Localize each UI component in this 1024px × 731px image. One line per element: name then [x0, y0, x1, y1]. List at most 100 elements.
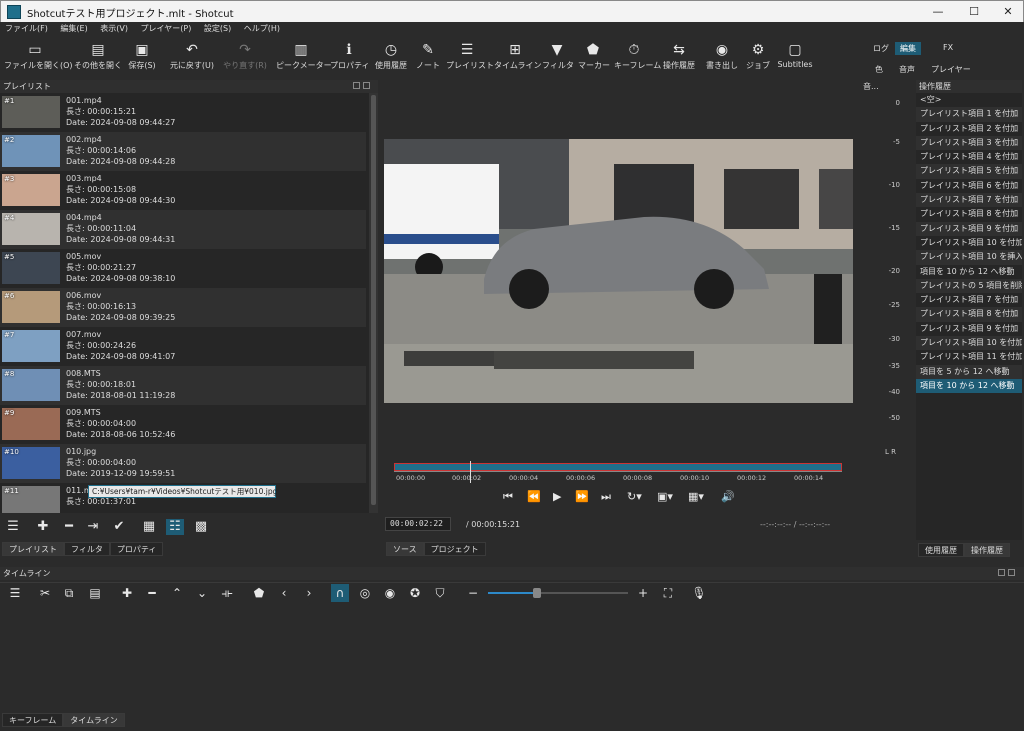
playlist-item[interactable]: #3 003.mp4 長さ: 00:00:15:08 Date: 2024-09-08… [0, 171, 366, 210]
playlist-item[interactable]: #1 001.mp4 長さ: 00:00:15:21 Date: 2024-09-08… [0, 93, 366, 132]
ripple-icon[interactable]: ◉ [381, 584, 399, 602]
menu-file[interactable]: ファイル(F) [0, 22, 53, 34]
playlist-item[interactable]: #10 010.jpg 長さ: 00:00:04:00 Date: 2019-12-0… [0, 444, 366, 483]
subtitles-button[interactable]: ▢ Subtitles [776, 40, 814, 78]
properties-button[interactable]: ℹ プロパティ [330, 40, 370, 78]
history-item[interactable]: プレイリスト項目 9 を付加 [916, 221, 1022, 236]
playlist-item[interactable]: #9 009.MTS 長さ: 00:00:04:00 Date: 2018-08-06… [0, 405, 366, 444]
history-item[interactable]: プレイリスト項目 7 を付加 [916, 293, 1022, 307]
jobs-button[interactable]: ⚙ ジョブ [746, 40, 770, 78]
history-item[interactable]: プレイリスト項目 6 を付加 [916, 179, 1022, 193]
cut-icon[interactable]: ✂ [36, 584, 54, 602]
export-button[interactable]: ◉ 書き出し [704, 40, 740, 78]
layout-player[interactable]: プレイヤー [931, 64, 971, 75]
tab-timeline[interactable]: タイムライン [63, 713, 125, 727]
tab-playlist[interactable]: プレイリスト [2, 542, 64, 556]
layout-log[interactable]: ログ [873, 43, 889, 54]
zoom-icon[interactable]: ▣▾ [657, 490, 673, 503]
tab-filters[interactable]: フィルタ [64, 542, 110, 556]
close-button[interactable]: ✕ [991, 1, 1024, 23]
previous-marker-icon[interactable]: ‹ [275, 584, 293, 602]
playlist-item[interactable]: #4 004.mp4 長さ: 00:00:11:04 Date: 2024-09-08… [0, 210, 366, 249]
timeline-zoom-slider[interactable] [488, 588, 628, 598]
timeline-menu-icon[interactable]: ☰ [6, 584, 24, 602]
history-item[interactable]: プレイリスト項目 9 を付加 [916, 322, 1022, 336]
next-marker-icon[interactable]: › [300, 584, 318, 602]
snap-magnet-icon[interactable]: ∩ [331, 584, 349, 602]
marker-icon[interactable]: ⬟ [250, 584, 268, 602]
recent-button[interactable]: ◷ 使用履歴 [372, 40, 410, 78]
zoom-in-icon[interactable]: + [634, 584, 652, 602]
timeline-button[interactable]: ⊞ タイムライン [494, 40, 541, 78]
remove-icon[interactable]: ━ [60, 519, 78, 535]
grid-icon[interactable]: ▦▾ [688, 490, 704, 503]
overwrite-icon[interactable]: ⌄ [193, 584, 211, 602]
playlist-item[interactable]: #6 006.mov 長さ: 00:00:16:13 Date: 2024-09-08… [0, 288, 366, 327]
lift-icon[interactable]: ⌃ [168, 584, 186, 602]
menu-settings[interactable]: 設定(S) [199, 22, 236, 34]
tab-properties[interactable]: プロパティ [109, 542, 164, 556]
current-timecode[interactable]: 00:00:02:22 [385, 517, 451, 531]
maximize-button[interactable]: ☐ [957, 1, 991, 23]
volume-icon[interactable]: 🔊 [721, 490, 735, 503]
history-item[interactable]: 項目を 5 から 12 へ移動 [916, 364, 1022, 379]
playlist-item[interactable]: #7 007.mov 長さ: 00:00:24:26 Date: 2024-09-08… [0, 327, 366, 366]
add-icon[interactable]: ✚ [34, 519, 52, 535]
history-item[interactable]: プレイリスト項目 10 を付加 [916, 236, 1022, 250]
history-item[interactable]: プレイリストの 5 項目を削除 [916, 278, 1022, 294]
history-button[interactable]: ⇆ 操作履歴 [660, 40, 698, 78]
peak-meter-button[interactable]: ▥ ピークメーター [276, 40, 332, 78]
menu-view[interactable]: 表示(V) [95, 22, 133, 34]
tab-history[interactable]: 操作履歴 [964, 543, 1010, 557]
layout-audio[interactable]: 音声 [899, 64, 915, 75]
tab-source[interactable]: ソース [386, 542, 424, 556]
history-item[interactable]: プレイリスト項目 8 を付加 [916, 207, 1022, 221]
split-icon[interactable]: ⟛ [218, 584, 236, 602]
open-file-button[interactable]: ▭ ファイルを開く(O) [4, 40, 73, 78]
tab-project[interactable]: プロジェクト [423, 542, 486, 556]
markers-button[interactable]: ⬟ マーカー [578, 40, 610, 78]
undo-button[interactable]: ↶ 元に戻す(U) [168, 40, 216, 78]
playlist-item[interactable]: #8 008.MTS 長さ: 00:00:18:01 Date: 2018-08-01… [0, 366, 366, 405]
history-item[interactable]: プレイリスト項目 10 を挿入 [916, 250, 1022, 265]
rewind-icon[interactable]: ⏪ [527, 490, 541, 503]
fast-forward-icon[interactable]: ⏩ [575, 490, 589, 503]
history-item[interactable]: プレイリスト項目 1 を付加 [916, 107, 1022, 122]
history-item[interactable]: 項目を 10 から 12 へ移動 [916, 265, 1022, 279]
video-viewer[interactable] [384, 139, 853, 403]
history-item[interactable]: プレイリスト項目 2 を付加 [916, 122, 1022, 136]
playlist-panel-buttons[interactable] [353, 82, 373, 91]
layout-color[interactable]: 色 [875, 64, 883, 75]
history-list[interactable]: <空> プレイリスト項目 1 を付加 プレイリスト項目 2 を付加 プレイリスト項目 … [916, 93, 1022, 540]
skip-previous-icon[interactable]: ⏮ [503, 490, 513, 504]
playlist-list[interactable]: #1 001.mp4 長さ: 00:00:15:21 Date: 2024-09-08… [0, 93, 369, 513]
scrub-icon[interactable]: ◎ [356, 584, 374, 602]
zoom-fit-icon[interactable]: ⛶ [659, 584, 677, 602]
update-icon[interactable]: ⇥ [84, 519, 102, 535]
player-scrubber[interactable]: 00:00:00 00:00:02 00:00:04 00:00:06 00:0… [391, 461, 845, 485]
timeline-panel-buttons[interactable] [998, 569, 1018, 578]
zoom-out-icon[interactable]: − [464, 584, 482, 602]
history-item[interactable]: プレイリスト項目 3 を付加 [916, 135, 1022, 151]
details-view-icon[interactable]: ▦ [140, 519, 158, 535]
layout-edit[interactable]: 編集 [895, 42, 921, 55]
playlist-item[interactable]: #5 005.mov 長さ: 00:00:21:27 Date: 2024-09-08… [0, 249, 366, 288]
open-other-button[interactable]: ▤ その他を開く [72, 40, 124, 78]
history-item[interactable]: プレイリスト項目 4 を付加 [916, 150, 1022, 164]
playhead[interactable] [470, 461, 471, 483]
skip-next-icon[interactable]: ⏭ [601, 490, 611, 504]
ripple-all-icon[interactable]: ✪ [406, 584, 424, 602]
zoom-slider-handle[interactable] [533, 588, 541, 598]
history-item[interactable]: <空> [916, 93, 1022, 107]
menu-edit[interactable]: 編集(E) [55, 22, 92, 34]
playlist-item[interactable]: #2 002.mp4 長さ: 00:00:14:06 Date: 2024-09-08… [0, 132, 366, 171]
playlist-menu-icon[interactable]: ☰ [4, 519, 22, 535]
history-item[interactable]: プレイリスト項目 7 を付加 [916, 193, 1022, 208]
history-item[interactable]: 項目を 10 から 12 へ移動 [916, 378, 1022, 394]
tab-keyframes[interactable]: キーフレーム [2, 713, 64, 727]
remove-icon[interactable]: ━ [143, 584, 161, 602]
copy-icon[interactable]: ⧉ [60, 584, 78, 602]
notes-button[interactable]: ✎ ノート [416, 40, 440, 78]
history-item[interactable]: プレイリスト項目 10 を付加 [916, 336, 1022, 351]
tab-recent[interactable]: 使用履歴 [918, 543, 964, 557]
